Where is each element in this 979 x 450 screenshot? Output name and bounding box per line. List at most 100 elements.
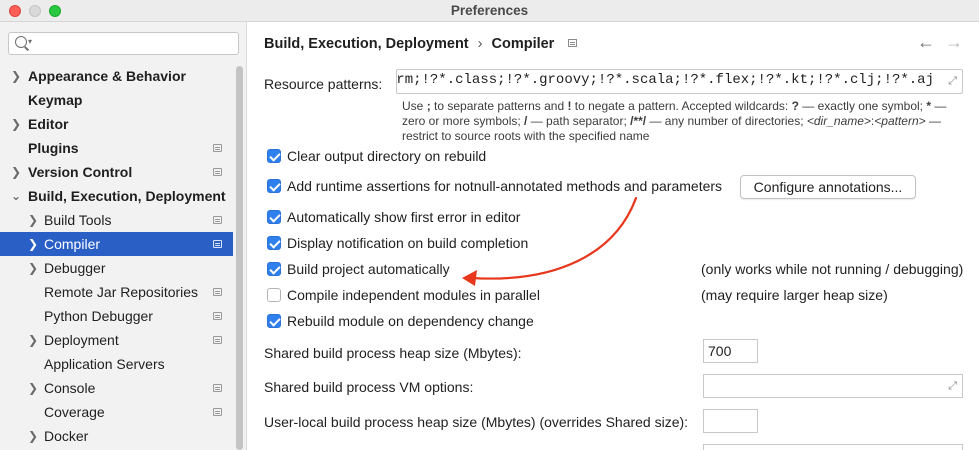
window-title: Preferences [450,3,529,18]
build-automatically-option[interactable]: Build project automatically [267,259,450,279]
clear-output-label: Clear output directory on rebuild [287,148,487,164]
sidebar-item-label: Docker [44,428,89,444]
settings-sidebar: ▾ ❯ Appearance & Behavior Keymap ❯ Edito… [0,22,247,450]
show-first-error-option[interactable]: Automatically show first error in editor [267,207,520,227]
search-icon [15,36,27,48]
sidebar-item-label: Coverage [44,404,105,420]
sidebar-item-console[interactable]: ❯ Console [0,376,233,400]
sidebar-scrollbar[interactable] [236,66,243,450]
sidebar-item-label: Application Servers [44,356,165,372]
resource-patterns-value: !?*.java;!?*.form;!?*.class;!?*.groovy;!… [396,72,934,88]
sidebar-item-label: Debugger [44,260,106,276]
chevron-down-icon[interactable]: ⌄ [11,184,21,208]
chevron-right-icon[interactable]: ❯ [28,424,38,448]
project-settings-icon [213,288,222,296]
additional-options-input[interactable] [703,444,963,450]
sidebar-item-deployment[interactable]: ❯ Deployment [0,328,233,352]
build-automatically-label: Build project automatically [287,261,450,277]
display-notification-option[interactable]: Display notification on build completion [267,233,528,253]
clear-output-checkbox[interactable] [267,149,281,163]
resource-patterns-help: Use ; to separate patterns and ! to nega… [402,99,947,143]
project-settings-icon [213,312,222,320]
sidebar-item-compiler[interactable]: ❯ Compiler [0,232,233,256]
sidebar-item-label: Keymap [28,92,83,108]
runtime-assertions-checkbox[interactable] [267,179,281,193]
sidebar-item-appearance-behavior[interactable]: ❯ Appearance & Behavior [0,64,233,88]
compile-parallel-note: (may require larger heap size) [701,287,888,303]
runtime-assertions-label: Add runtime assertions for notnull-annot… [287,178,723,194]
display-notification-label: Display notification on build completion [287,235,529,251]
sidebar-item-label: Build, Execution, Deployment [28,188,226,204]
back-arrow-icon[interactable]: ← [917,32,935,53]
sidebar-item-build-tools[interactable]: ❯ Build Tools [0,208,233,232]
chevron-right-icon[interactable]: ❯ [28,376,38,400]
chevron-right-icon[interactable]: ❯ [28,232,38,256]
project-settings-icon [213,144,222,152]
sidebar-item-debugger[interactable]: ❯ Debugger [0,256,233,280]
heap-size-label: Shared build process heap size (Mbytes): [264,345,522,361]
build-automatically-note: (only works while not running / debuggin… [701,261,964,277]
display-notification-checkbox[interactable] [267,236,281,250]
sidebar-item-docker[interactable]: ❯ Docker [0,424,233,448]
sidebar-item-build-execution-deployment[interactable]: ⌄ Build, Execution, Deployment [0,184,233,208]
sidebar-item-label: Editor [28,116,69,132]
clear-output-option[interactable]: Clear output directory on rebuild [267,146,486,166]
user-heap-size-input[interactable] [703,409,758,433]
sidebar-item-label: Build Tools [44,212,112,228]
search-input[interactable] [39,35,234,52]
expand-field-icon[interactable]: ⤢ [948,380,957,392]
search-box[interactable]: ▾ [8,32,239,55]
search-options-caret-icon[interactable]: ▾ [28,37,32,46]
sidebar-item-label: Version Control [28,164,133,180]
title-bar: Preferences [0,0,979,22]
sidebar-item-label: Deployment [44,332,119,348]
sidebar-item-coverage[interactable]: Coverage [0,400,233,424]
sidebar-item-version-control[interactable]: ❯ Version Control [0,160,233,184]
close-window-button[interactable] [9,5,21,17]
build-automatically-checkbox[interactable] [267,262,281,276]
compile-parallel-checkbox[interactable] [267,288,281,302]
chevron-right-icon[interactable]: ❯ [11,160,21,184]
sidebar-item-plugins[interactable]: Plugins [0,136,233,160]
forward-arrow-icon[interactable]: → [945,32,963,53]
project-settings-icon [213,240,222,248]
vm-options-input[interactable]: ⤢ [703,374,963,398]
breadcrumb-parent[interactable]: Build, Execution, Deployment [264,36,469,52]
sidebar-item-label: Console [44,380,96,396]
rebuild-module-checkbox[interactable] [267,314,281,328]
sidebar-item-label: Appearance & Behavior [28,68,186,84]
user-heap-size-label: User-local build process heap size (Mbyt… [264,414,689,430]
compile-parallel-option[interactable]: Compile independent modules in parallel [267,285,540,305]
project-settings-icon [213,216,222,224]
rebuild-module-option[interactable]: Rebuild module on dependency change [267,311,534,331]
sidebar-item-label: Python Debugger [44,308,153,324]
sidebar-item-application-servers[interactable]: Application Servers [0,352,233,376]
runtime-assertions-option[interactable]: Add runtime assertions for notnull-annot… [267,176,722,196]
sidebar-item-editor[interactable]: ❯ Editor [0,112,233,136]
resource-patterns-field[interactable]: !?*.java;!?*.form;!?*.class;!?*.groovy;!… [396,69,963,94]
compile-parallel-label: Compile independent modules in parallel [287,287,540,303]
chevron-right-icon[interactable]: ❯ [11,64,21,88]
show-first-error-label: Automatically show first error in editor [287,209,521,225]
chevron-right-icon[interactable]: ❯ [11,112,21,136]
vm-options-label: Shared build process VM options: [264,379,474,395]
sidebar-item-remote-jar-repositories[interactable]: Remote Jar Repositories [0,280,233,304]
resource-patterns-label: Resource patterns: [264,76,383,92]
show-first-error-checkbox[interactable] [267,210,281,224]
chevron-right-icon[interactable]: ❯ [28,328,38,352]
sidebar-item-python-debugger[interactable]: Python Debugger [0,304,233,328]
heap-size-input[interactable]: 700 [703,339,758,363]
project-settings-icon [213,384,222,392]
compiler-settings-panel: Build, Execution, Deployment › Compiler ← … [248,22,979,450]
project-settings-icon [213,408,222,416]
sidebar-item-keymap[interactable]: Keymap [0,88,233,112]
configure-annotations-button[interactable]: Configure annotations... [740,175,916,199]
project-settings-icon [568,39,578,47]
maximize-window-button[interactable] [49,5,61,17]
expand-field-icon[interactable]: ⤢ [948,75,957,87]
sidebar-item-label: Compiler [44,236,101,252]
minimize-window-button[interactable] [29,5,41,17]
breadcrumb: Build, Execution, Deployment › Compiler [264,36,578,52]
chevron-right-icon[interactable]: ❯ [28,208,38,232]
chevron-right-icon[interactable]: ❯ [28,256,38,280]
